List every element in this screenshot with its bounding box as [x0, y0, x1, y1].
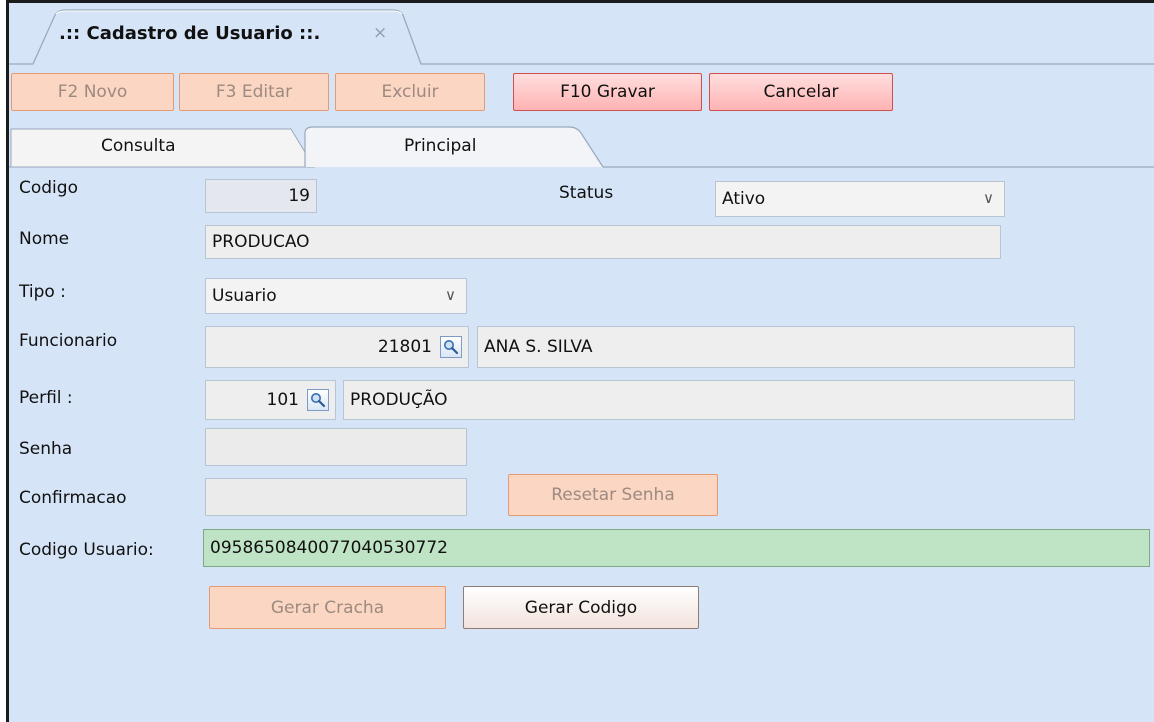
magnifier-icon — [311, 393, 326, 408]
chevron-down-icon[interactable]: ∨ — [445, 286, 456, 304]
status-label: Status — [559, 183, 614, 203]
codigo-value: 19 — [288, 186, 310, 206]
excluir-button-label: Excluir — [381, 82, 439, 102]
cancelar-button[interactable]: Cancelar — [709, 73, 893, 111]
document-tab-title[interactable]: .:: Cadastro de Usuario ::. — [59, 23, 320, 44]
editar-button-label: F3 Editar — [215, 82, 293, 102]
novo-button-label: F2 Novo — [57, 82, 128, 102]
novo-button[interactable]: F2 Novo — [11, 73, 174, 111]
tipo-value: Usuario — [212, 286, 277, 306]
tipo-select[interactable]: Usuario ∨ — [205, 278, 467, 314]
editar-button[interactable]: F3 Editar — [179, 73, 329, 111]
senha-label: Senha — [19, 439, 73, 459]
gerar-cracha-button[interactable]: Gerar Cracha — [209, 586, 446, 629]
funcionario-label: Funcionario — [19, 331, 118, 351]
tab-consulta[interactable]: Consulta — [101, 136, 175, 156]
funcionario-code-value: 21801 — [377, 337, 432, 357]
funcionario-name-field[interactable]: ANA S. SILVA — [477, 326, 1075, 368]
nome-field[interactable]: PRODUCAO — [205, 225, 1001, 259]
close-icon[interactable]: × — [373, 23, 387, 43]
funcionario-lookup-button[interactable] — [440, 336, 462, 358]
perfil-name-value: PRODUÇÃO — [350, 390, 448, 410]
magnifier-icon — [444, 340, 459, 355]
resetar-senha-button[interactable]: Resetar Senha — [508, 474, 718, 516]
excluir-button[interactable]: Excluir — [335, 73, 485, 111]
funcionario-code-field[interactable]: 21801 — [205, 326, 469, 368]
tab-principal[interactable]: Principal — [404, 136, 476, 156]
confirmacao-field[interactable] — [205, 478, 467, 516]
nome-label: Nome — [19, 229, 70, 249]
codigo-usuario-value: 0958650840077040530772 — [210, 538, 448, 558]
perfil-label: Perfil : — [19, 388, 73, 408]
gravar-button-label: F10 Gravar — [560, 82, 655, 102]
resetar-senha-button-label: Resetar Senha — [551, 485, 675, 505]
cadastro-window: .:: Cadastro de Usuario ::. × F2 Novo F3… — [6, 0, 1154, 722]
senha-field[interactable] — [205, 428, 467, 466]
document-tab-strip: .:: Cadastro de Usuario ::. × — [9, 3, 1154, 65]
perfil-name-field[interactable]: PRODUÇÃO — [343, 380, 1075, 420]
codigo-field[interactable]: 19 — [205, 179, 317, 213]
gerar-codigo-button[interactable]: Gerar Codigo — [463, 586, 699, 629]
status-value: Ativo — [722, 189, 766, 209]
gravar-button[interactable]: F10 Gravar — [513, 73, 702, 111]
funcionario-name-value: ANA S. SILVA — [484, 337, 593, 357]
confirmacao-label: Confirmacao — [19, 488, 127, 508]
gerar-codigo-button-label: Gerar Codigo — [524, 597, 638, 618]
status-select[interactable]: Ativo ∨ — [715, 181, 1005, 217]
codigo-usuario-field[interactable]: 0958650840077040530772 — [203, 529, 1150, 567]
perfil-code-value: 101 — [266, 390, 299, 410]
codigo-label: Codigo — [19, 178, 78, 198]
gerar-cracha-button-label: Gerar Cracha — [270, 597, 385, 618]
perfil-lookup-button[interactable] — [307, 389, 329, 411]
codigo-usuario-label: Codigo Usuario: — [19, 540, 154, 560]
chevron-down-icon[interactable]: ∨ — [983, 189, 994, 207]
page-tabs-shape — [9, 126, 1154, 168]
nome-value: PRODUCAO — [212, 232, 310, 252]
tipo-label: Tipo : — [19, 282, 66, 302]
cancelar-button-label: Cancelar — [763, 82, 839, 102]
perfil-code-field[interactable]: 101 — [205, 380, 336, 420]
